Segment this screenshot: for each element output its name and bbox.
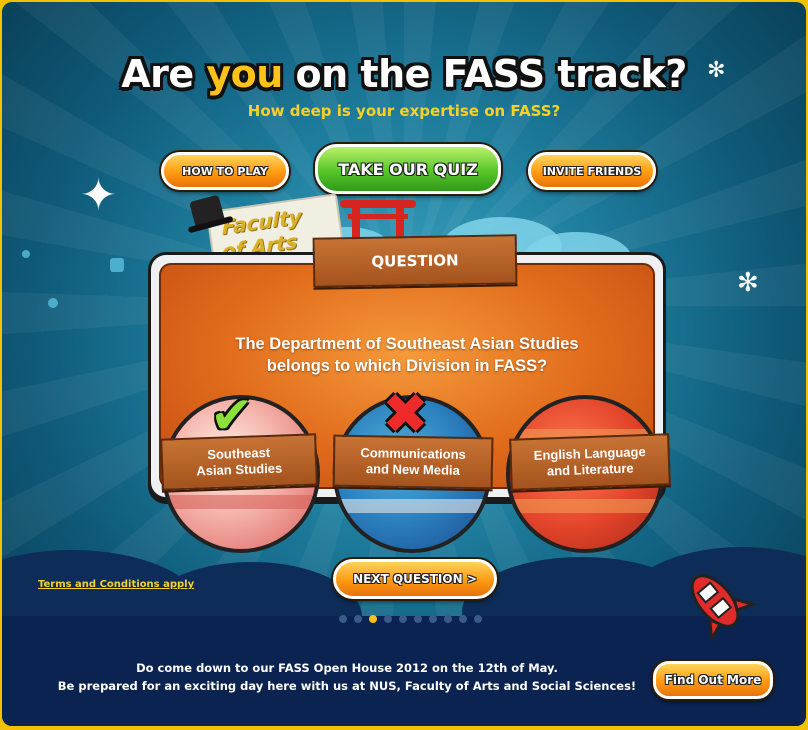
sparkle-icon: ✦ bbox=[80, 170, 117, 221]
progress-dot bbox=[339, 615, 347, 623]
footer-message: Do come down to our FASS Open House 2012… bbox=[42, 659, 652, 695]
page-title: Are you on the FASS track? bbox=[2, 52, 806, 96]
dot-decoration bbox=[48, 298, 58, 308]
dot-decoration bbox=[22, 250, 30, 258]
title-highlight: you bbox=[206, 52, 283, 96]
question-line: The Department of Southeast Asian Studie… bbox=[235, 335, 579, 353]
option-label: and New Media bbox=[365, 461, 460, 478]
find-out-more-button[interactable]: Find Out More bbox=[653, 661, 773, 699]
answer-option-3[interactable]: English Language and Literature bbox=[509, 433, 671, 491]
snowflake-icon: ✻ bbox=[737, 268, 759, 298]
invite-friends-button[interactable]: INVITE FRIENDS bbox=[528, 152, 656, 190]
progress-dot bbox=[459, 615, 467, 623]
answer-option-2[interactable]: Communications and New Media bbox=[332, 434, 494, 490]
progress-dot bbox=[369, 615, 377, 623]
progress-dot bbox=[414, 615, 422, 623]
take-quiz-button[interactable]: TAKE OUR QUIZ bbox=[315, 144, 501, 194]
rocket-icon bbox=[690, 574, 756, 640]
progress-dot bbox=[444, 615, 452, 623]
answer-option-1[interactable]: Southeast Asian Studies bbox=[160, 433, 318, 491]
next-question-button[interactable]: NEXT QUESTION > bbox=[333, 559, 497, 599]
title-text: on the FASS track? bbox=[282, 52, 688, 96]
footer-line: Do come down to our FASS Open House 2012… bbox=[136, 661, 558, 675]
progress-dot bbox=[354, 615, 362, 623]
question-line: belongs to which Division in FASS? bbox=[266, 357, 548, 375]
question-progress-dots bbox=[339, 615, 482, 623]
footer-line: Be prepared for an exciting day here wit… bbox=[57, 679, 637, 693]
progress-dot bbox=[384, 615, 392, 623]
progress-dot bbox=[474, 615, 482, 623]
terms-link[interactable]: Terms and Conditions apply bbox=[38, 579, 194, 590]
question-label: QUESTION bbox=[312, 234, 518, 288]
plus-decoration bbox=[110, 258, 124, 272]
title-text: Are bbox=[121, 52, 207, 96]
question-text: The Department of Southeast Asian Studie… bbox=[161, 333, 653, 377]
page-subtitle: How deep is your expertise on FASS? bbox=[247, 102, 561, 120]
how-to-play-button[interactable]: HOW TO PLAY bbox=[161, 152, 289, 190]
progress-dot bbox=[429, 615, 437, 623]
progress-dot bbox=[399, 615, 407, 623]
option-label: and Literature bbox=[546, 460, 634, 479]
quiz-stage: ✦ ✻ ✻ Are you on the FASS track? How dee… bbox=[2, 2, 806, 726]
option-label: Communications bbox=[360, 445, 467, 462]
option-label: Asian Studies bbox=[196, 460, 283, 479]
